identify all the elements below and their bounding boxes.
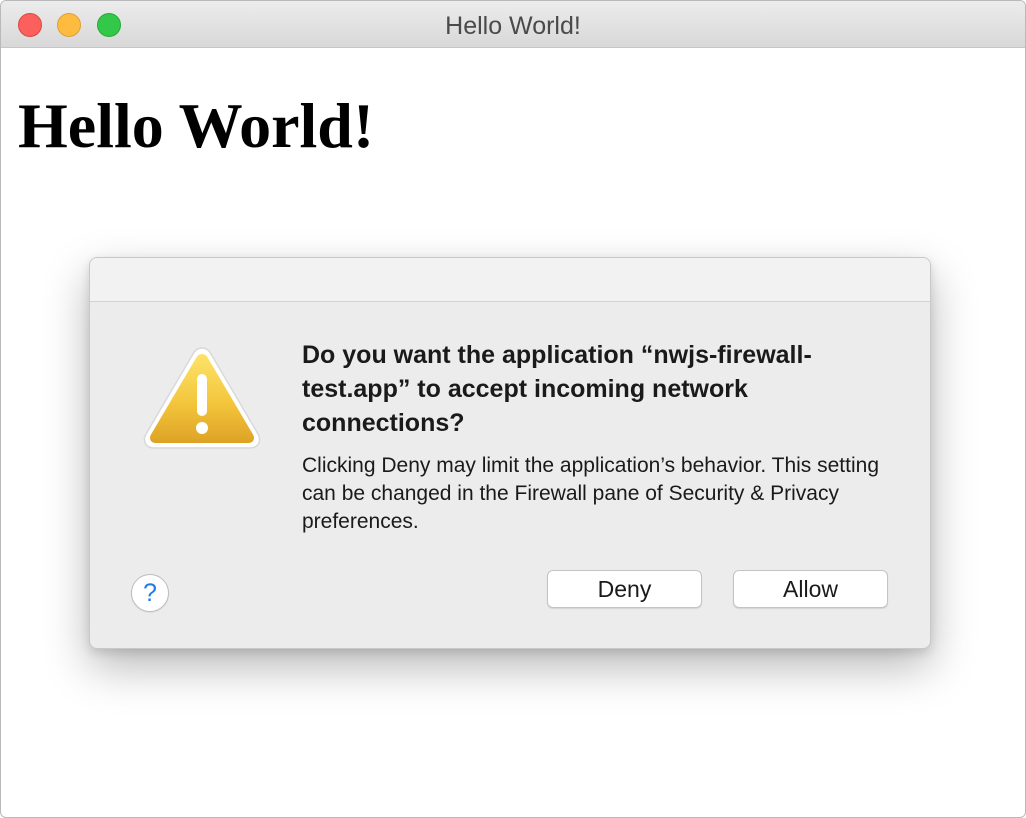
page-heading: Hello World!: [18, 90, 375, 161]
app-window: Hello World! Hello World! Do you want th…: [0, 0, 1026, 818]
allow-button[interactable]: Allow: [733, 570, 888, 608]
help-icon: ?: [143, 579, 157, 607]
help-button[interactable]: ?: [131, 574, 169, 612]
window-title: Hello World!: [445, 12, 581, 40]
warning-icon: [143, 347, 261, 449]
deny-button[interactable]: Deny: [547, 570, 702, 608]
firewall-dialog: Do you want the application “nwjs-firewa…: [89, 257, 931, 649]
dialog-message: Clicking Deny may limit the application’…: [302, 454, 879, 533]
dialog-top-strip: [90, 258, 930, 302]
dialog-heading: Do you want the application “nwjs-firewa…: [302, 341, 812, 437]
title-bar[interactable]: Hello World!: [1, 1, 1025, 48]
